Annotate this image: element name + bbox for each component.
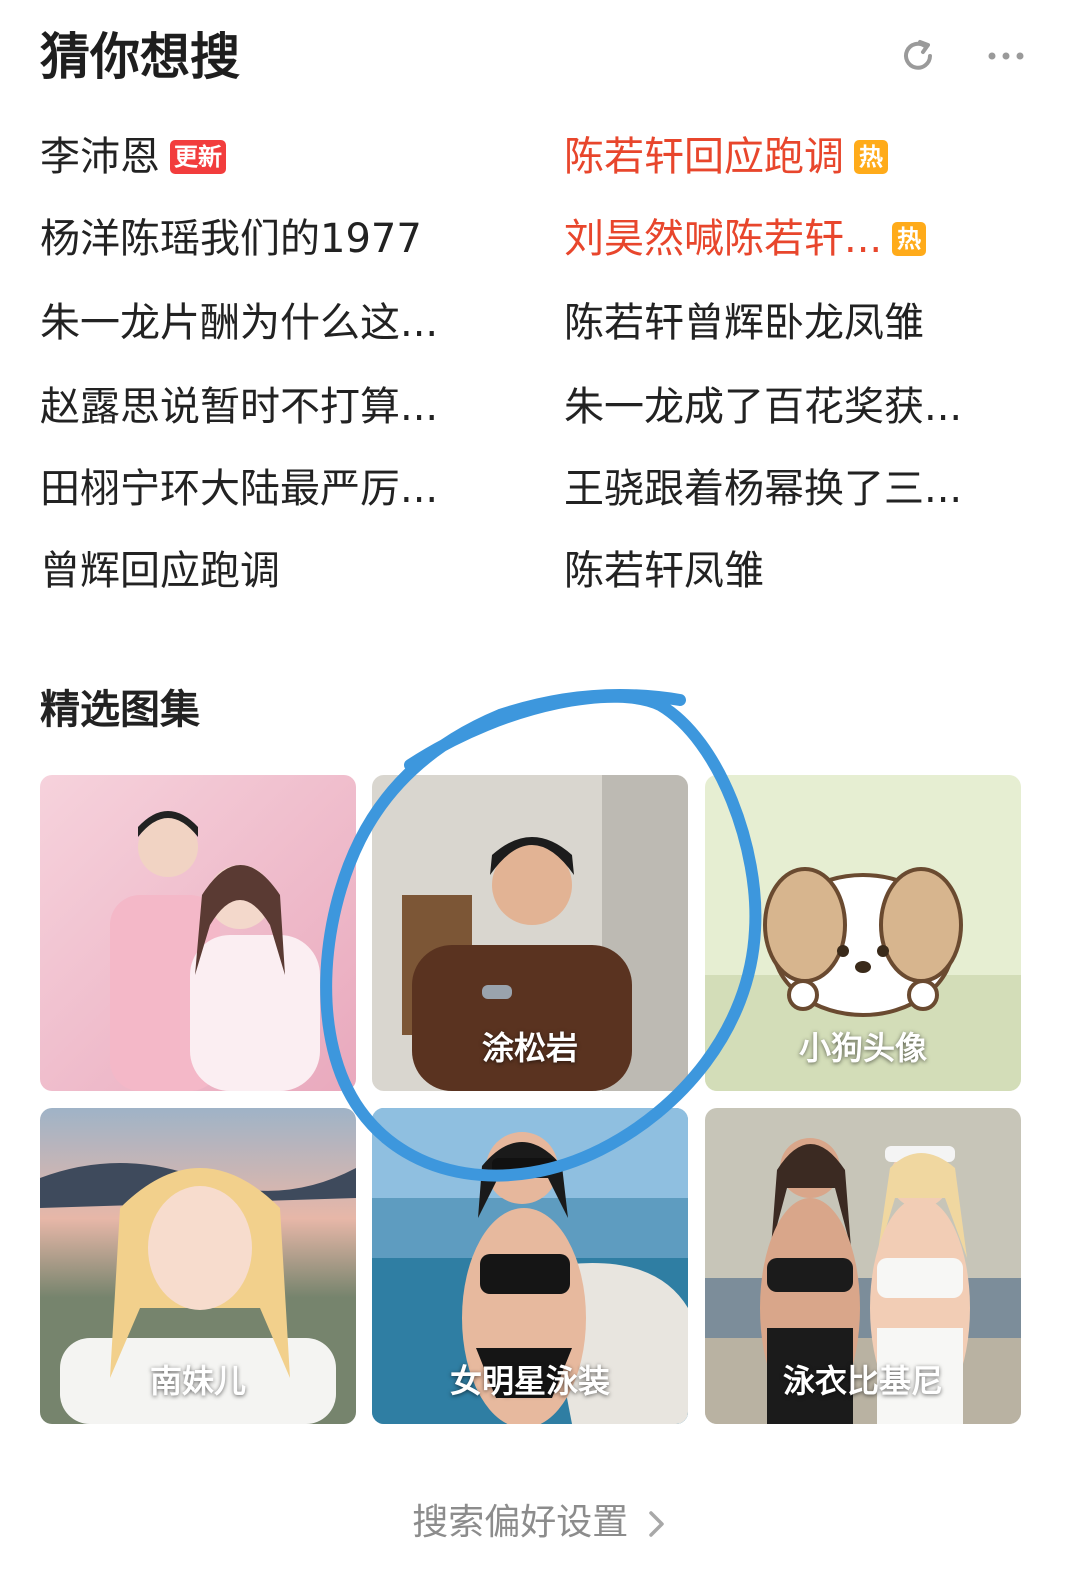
- suggestion-item[interactable]: 李沛恩 更新: [40, 120, 510, 190]
- preference-label: 搜索偏好设置: [412, 1502, 629, 1543]
- suggestion-item[interactable]: 朱一龙片酬为什么这...: [40, 286, 510, 356]
- tile-label: 南妹儿: [149, 1362, 246, 1400]
- suggestion-text: 李沛恩: [40, 134, 160, 180]
- search-preference-link[interactable]: 搜索偏好设置: [0, 1498, 1080, 1548]
- suggestion-item[interactable]: 杨洋陈瑶我们的1977: [40, 202, 510, 272]
- new-badge: 更新: [170, 140, 226, 174]
- suggestion-text: 田栩宁环大陆最严厉...: [40, 466, 439, 512]
- suggestion-item[interactable]: 田栩宁环大陆最严厉...: [40, 452, 510, 522]
- suggestion-item[interactable]: 陈若轩曾辉卧龙凤雏: [564, 286, 1034, 356]
- tile-label: 涂松岩: [481, 1029, 578, 1067]
- gallery-tile[interactable]: 南妹儿: [40, 1108, 356, 1424]
- hot-badge: 热: [892, 222, 927, 256]
- gallery-tile[interactable]: 涂松岩: [372, 775, 688, 1091]
- tile-label: 女明星泳装: [449, 1362, 610, 1400]
- suggestion-item[interactable]: 赵露思说暂时不打算...: [40, 370, 510, 440]
- suggestion-text: 陈若轩回应跑调: [564, 134, 844, 180]
- gallery-tile[interactable]: [40, 775, 356, 1091]
- header: 猜你想搜: [40, 22, 1040, 92]
- gallery-title: 精选图集: [40, 687, 200, 733]
- suggestion-text: 朱一龙片酬为什么这...: [40, 300, 439, 346]
- suggestion-text: 王骁跟着杨幂换了三...: [564, 466, 963, 512]
- refresh-icon[interactable]: [896, 34, 940, 78]
- hot-badge: 热: [854, 140, 888, 174]
- suggestion-item[interactable]: 刘昊然喊陈若轩... 热: [564, 202, 1034, 272]
- more-icon[interactable]: [984, 34, 1028, 78]
- couple-photo: [40, 775, 356, 1091]
- suggestion-item[interactable]: 王骁跟着杨幂换了三...: [564, 452, 1034, 522]
- suggestion-item[interactable]: 朱一龙成了百花奖获...: [564, 370, 1034, 440]
- gallery-tile[interactable]: 女明星泳装: [372, 1108, 688, 1424]
- gallery-tile[interactable]: 小狗头像: [705, 775, 1021, 1091]
- tile-label: 泳衣比基尼: [782, 1362, 943, 1400]
- suggestion-text: 赵露思说暂时不打算...: [40, 384, 439, 430]
- suggestion-text: 杨洋陈瑶我们的1977: [40, 216, 422, 262]
- suggestion-item[interactable]: 陈若轩回应跑调热: [564, 120, 1034, 190]
- suggestion-text: 陈若轩曾辉卧龙凤雏: [564, 300, 924, 346]
- tile-label: 小狗头像: [798, 1029, 927, 1067]
- suggestion-text: 曾辉回应跑调: [40, 548, 280, 594]
- suggestion-item[interactable]: 陈若轩凤雏: [564, 534, 1034, 604]
- page-title: 猜你想搜: [40, 28, 240, 86]
- suggestion-text: 陈若轩凤雏: [564, 548, 764, 594]
- suggestion-text: 刘昊然喊陈若轩...: [564, 216, 883, 262]
- gallery-tile[interactable]: 泳衣比基尼: [705, 1108, 1021, 1424]
- chevron-right-icon: [648, 1511, 664, 1537]
- suggestion-item[interactable]: 曾辉回应跑调: [40, 534, 510, 604]
- suggestion-text: 朱一龙成了百花奖获...: [564, 384, 963, 430]
